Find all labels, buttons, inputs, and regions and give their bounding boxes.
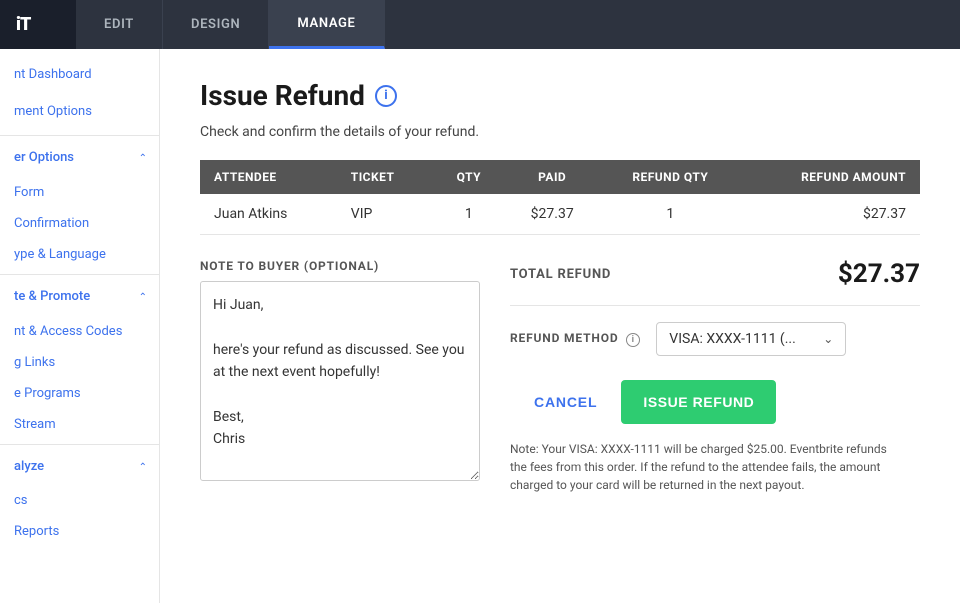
note-section: NOTE TO BUYER (OPTIONAL): [200, 259, 480, 485]
sidebar-item-confirmation[interactable]: Confirmation: [0, 208, 159, 239]
chevron-up-icon-2: ⌃: [139, 291, 147, 304]
sidebar-item-stream[interactable]: Stream: [0, 409, 159, 440]
visa-dropdown-value: VISA: XXXX-1111 (...: [669, 331, 796, 347]
sidebar-item-analytics[interactable]: cs: [0, 485, 159, 516]
sidebar-section-order-options[interactable]: er Options ⌃: [0, 140, 159, 177]
cell-refund-amount: $27.37: [741, 194, 920, 235]
sidebar-item-reports[interactable]: Reports: [0, 516, 159, 547]
brand-logo: iT: [0, 0, 76, 49]
sidebar: nt Dashboard ment Options er Options ⌃ F…: [0, 49, 160, 603]
cell-ticket: VIP: [337, 194, 434, 235]
sidebar-section-promote[interactable]: te & Promote ⌃: [0, 279, 159, 316]
nav-edit[interactable]: EDIT: [76, 0, 163, 49]
cell-attendee: Juan Atkins: [200, 194, 337, 235]
col-ticket: TICKET: [337, 160, 434, 194]
sidebar-item-links[interactable]: g Links: [0, 347, 159, 378]
page-subtitle: Check and confirm the details of your re…: [200, 124, 920, 140]
sidebar-item-programs[interactable]: e Programs: [0, 378, 159, 409]
col-refund-amount: REFUND AMOUNT: [741, 160, 920, 194]
sidebar-divider-2: [0, 274, 159, 275]
refund-method-label-text: REFUND METHOD: [510, 331, 618, 345]
refund-method-row: REFUND METHOD i VISA: XXXX-1111 (... ⌄: [510, 322, 920, 356]
sidebar-section-analyze-label: alyze: [14, 459, 44, 476]
chevron-up-icon: ⌃: [139, 152, 147, 165]
table-row: Juan Atkins VIP 1 $27.37 1 $27.37: [200, 194, 920, 235]
info-icon[interactable]: i: [375, 85, 397, 107]
cancel-button[interactable]: CANCEL: [510, 380, 621, 424]
col-attendee: ATTENDEE: [200, 160, 337, 194]
top-nav: iT EDIT DESIGN MANAGE: [0, 0, 960, 49]
sidebar-section-analyze[interactable]: alyze ⌃: [0, 449, 159, 486]
sidebar-section-order-label: er Options: [14, 150, 74, 167]
cell-refund-qty: 1: [600, 194, 740, 235]
sidebar-item-type-language[interactable]: ype & Language: [0, 239, 159, 270]
sidebar-divider-3: [0, 444, 159, 445]
total-refund-amount: $27.37: [838, 259, 920, 289]
sidebar-divider-1: [0, 135, 159, 136]
refund-method-dropdown[interactable]: VISA: XXXX-1111 (... ⌄: [656, 322, 846, 356]
chevron-down-icon: ⌄: [823, 332, 833, 346]
refund-method-info-icon[interactable]: i: [626, 333, 640, 347]
total-refund-row: TOTAL REFUND $27.37: [510, 259, 920, 306]
main-layout: nt Dashboard ment Options er Options ⌃ F…: [0, 49, 960, 603]
bottom-section: NOTE TO BUYER (OPTIONAL) TOTAL REFUND $2…: [200, 259, 920, 494]
note-label: NOTE TO BUYER (OPTIONAL): [200, 259, 480, 273]
col-qty: QTY: [433, 160, 504, 194]
issue-refund-button[interactable]: ISSUE REFUND: [621, 380, 776, 424]
action-buttons: CANCEL ISSUE REFUND: [510, 380, 920, 424]
refund-note-footer: Note: Your VISA: XXXX-1111 will be charg…: [510, 440, 890, 494]
nav-manage[interactable]: MANAGE: [269, 0, 384, 49]
sidebar-section-promote-label: te & Promote: [14, 289, 90, 306]
note-textarea[interactable]: [200, 281, 480, 481]
col-refund-qty: REFUND QTY: [600, 160, 740, 194]
cell-qty: 1: [433, 194, 504, 235]
sidebar-item-access-codes[interactable]: nt & Access Codes: [0, 316, 159, 347]
total-refund-label: TOTAL REFUND: [510, 267, 611, 282]
sidebar-item-form[interactable]: Form: [0, 177, 159, 208]
sidebar-item-payment-options[interactable]: ment Options: [0, 94, 159, 131]
refund-table: ATTENDEE TICKET QTY PAID REFUND QTY REFU…: [200, 160, 920, 235]
page-title-row: Issue Refund i: [200, 79, 920, 112]
page-title: Issue Refund: [200, 79, 365, 112]
col-paid: PAID: [504, 160, 600, 194]
refund-method-label: REFUND METHOD i: [510, 331, 640, 347]
cell-paid: $27.37: [504, 194, 600, 235]
nav-design[interactable]: DESIGN: [163, 0, 269, 49]
refund-details: TOTAL REFUND $27.37 REFUND METHOD i VISA…: [510, 259, 920, 494]
main-content: Issue Refund i Check and confirm the det…: [160, 49, 960, 603]
sidebar-item-dashboard[interactable]: nt Dashboard: [0, 57, 159, 94]
chevron-up-icon-3: ⌃: [139, 461, 147, 474]
